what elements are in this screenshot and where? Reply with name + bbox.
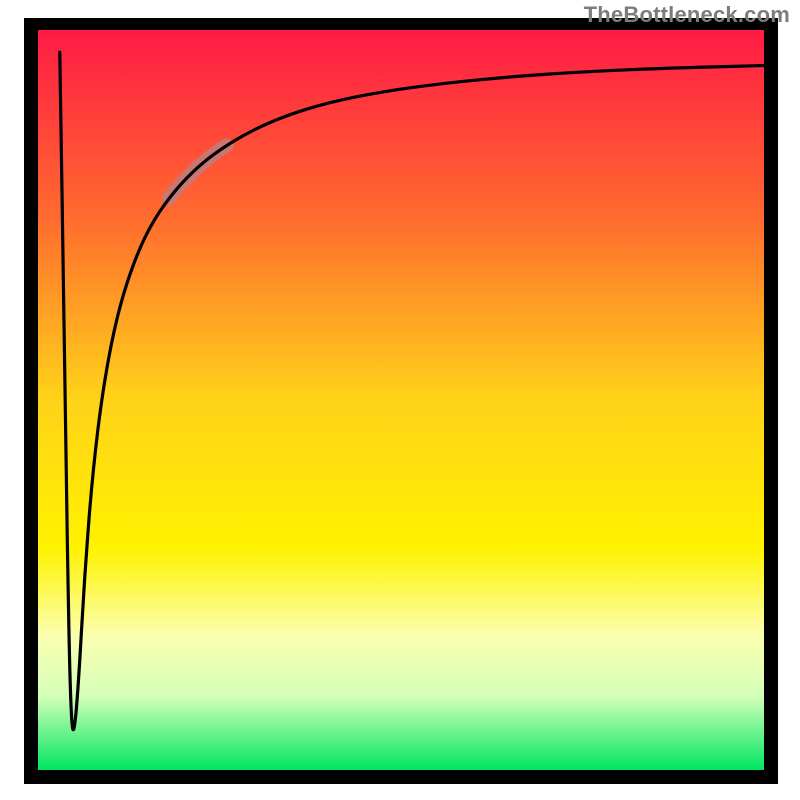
plot-frame-right — [764, 18, 778, 784]
chart-container: { "watermark": "TheBottleneck.com", "cha… — [0, 0, 800, 800]
plot-area-fill — [38, 30, 764, 770]
watermark-text: TheBottleneck.com — [584, 2, 790, 28]
bottleneck-chart — [0, 0, 800, 800]
plot-frame-left — [24, 18, 38, 784]
plot-frame-bottom — [24, 770, 778, 784]
